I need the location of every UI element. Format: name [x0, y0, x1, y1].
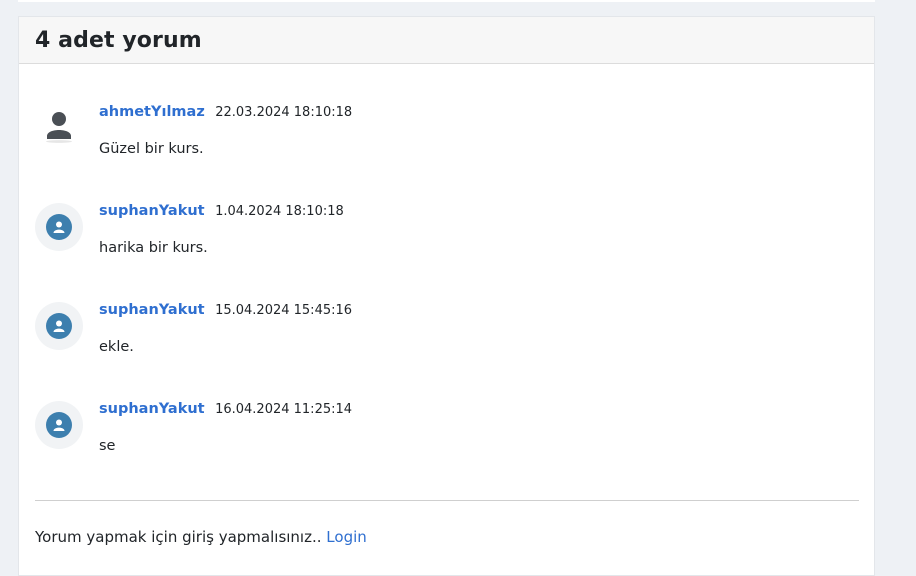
comment-text: Güzel bir kurs.: [99, 141, 204, 157]
comment-item: ahmetYılmaz 22.03.2024 18:10:18 Güzel bi…: [35, 104, 855, 184]
login-prompt: Yorum yapmak için giriş yapmalısınız.. L…: [35, 528, 367, 546]
comments-card: 4 adet yorum ahmetYılmaz 22.03.2024 18:1…: [18, 16, 875, 576]
comment-meta: suphanYakut 15.04.2024 15:45:16: [99, 302, 352, 318]
comment-date: 1.04.2024 18:10:18: [215, 204, 344, 219]
section-divider: [35, 500, 859, 501]
top-card-edge: [18, 0, 875, 2]
comment-username-link[interactable]: ahmetYılmaz: [99, 104, 205, 120]
comments-count-title: 4 adet yorum: [35, 27, 202, 53]
comment-meta: suphanYakut 1.04.2024 18:10:18: [99, 203, 344, 219]
comment-username-link[interactable]: suphanYakut: [99, 401, 205, 417]
login-link[interactable]: Login: [326, 528, 366, 546]
comment-meta: ahmetYılmaz 22.03.2024 18:10:18: [99, 104, 352, 120]
comment-date: 16.04.2024 11:25:14: [215, 402, 353, 417]
avatar: [35, 401, 83, 449]
login-prompt-text: Yorum yapmak için giriş yapmalısınız..: [35, 528, 322, 546]
comment-item: suphanYakut 15.04.2024 15:45:16 ekle.: [35, 302, 855, 382]
avatar: [35, 104, 83, 152]
card-header: 4 adet yorum: [19, 17, 874, 64]
comment-item: suphanYakut 16.04.2024 11:25:14 se: [35, 401, 855, 481]
user-silhouette-icon: [44, 109, 74, 147]
comment-text: harika bir kurs.: [99, 240, 208, 256]
comment-text: ekle.: [99, 339, 134, 355]
user-circle-icon: [46, 214, 72, 240]
comment-date: 22.03.2024 18:10:18: [215, 105, 353, 120]
comment-meta: suphanYakut 16.04.2024 11:25:14: [99, 401, 352, 417]
comment-username-link[interactable]: suphanYakut: [99, 203, 205, 219]
user-circle-icon: [46, 412, 72, 438]
avatar: [35, 302, 83, 350]
comment-date: 15.04.2024 15:45:16: [215, 303, 353, 318]
comment-text: se: [99, 438, 116, 454]
comment-item: suphanYakut 1.04.2024 18:10:18 harika bi…: [35, 203, 855, 283]
user-circle-icon: [46, 313, 72, 339]
comment-username-link[interactable]: suphanYakut: [99, 302, 205, 318]
avatar: [35, 203, 83, 251]
